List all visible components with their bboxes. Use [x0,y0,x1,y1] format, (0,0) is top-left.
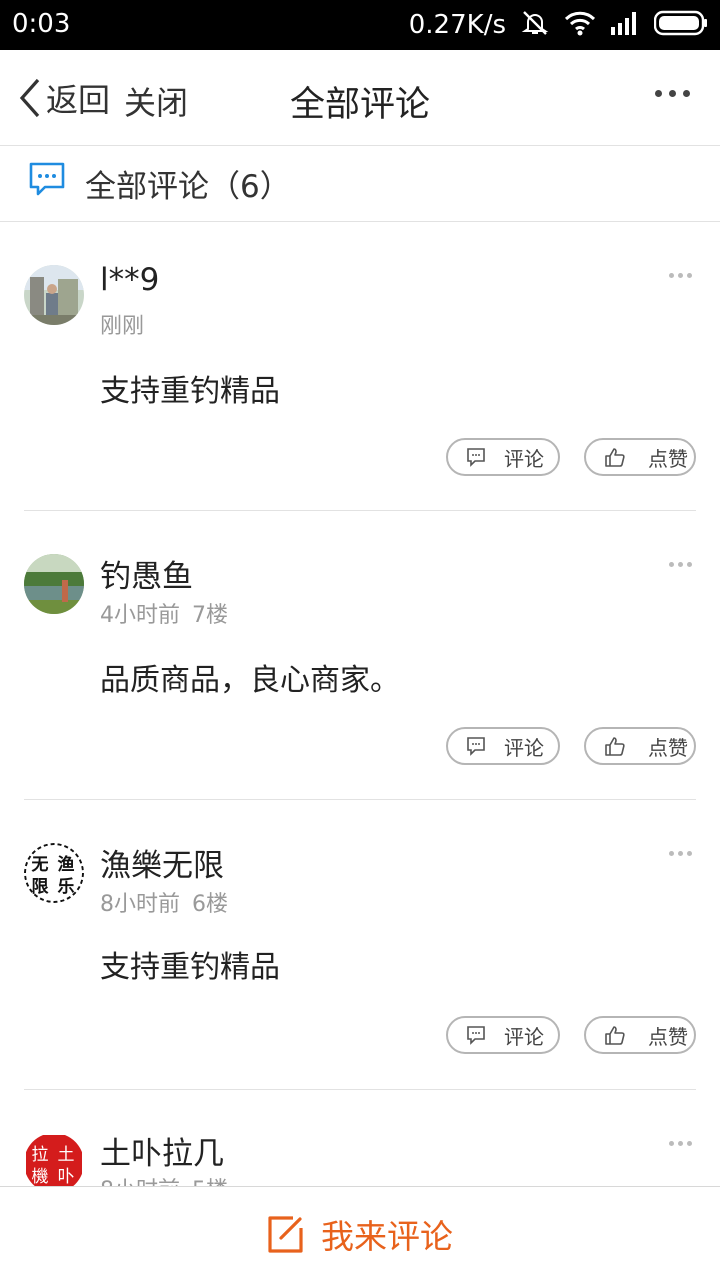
like-button[interactable]: 点赞 [584,727,696,765]
comment-time: 8小时前 [100,892,180,917]
comment-meta: 4小时前 7楼 [100,597,228,629]
comment-text: 品质商品，良心商家。 [100,663,400,698]
thumbs-up-icon [605,1026,625,1045]
reply-label: 评论 [504,1024,544,1049]
comment-item: 拉 土 機 卟 土卟拉几 8小时前 5楼 [0,1090,720,1186]
avatar[interactable]: 拉 土 機 卟 [24,1133,84,1186]
avatar[interactable]: 无 渔 限 乐 [24,843,84,903]
wifi-icon [564,9,596,41]
reply-button[interactable]: 评论 [446,727,560,765]
back-button[interactable]: 返回 [14,74,110,122]
comment-username[interactable]: 漁樂无限 [100,840,224,885]
battery-icon [653,10,708,40]
comment-username[interactable]: l**9 [100,262,159,298]
comment-more-icon[interactable] [669,273,692,278]
comment-meta: 8小时前 5楼 [100,1172,228,1186]
reply-label: 评论 [504,735,544,760]
mute-icon [520,8,550,42]
reply-button[interactable]: 评论 [446,1016,560,1054]
reply-label: 评论 [504,446,544,471]
comment-item: 无 渔 限 乐 漁樂无限 8小时前 6楼 支持重钓精品 评论 点赞 [0,800,720,1089]
avatar-char: 拉 [32,1145,49,1165]
write-comment-label: 我来评论 [321,1216,453,1256]
comment-time: 刚刚 [100,314,145,339]
comment-item: l**9 刚刚 支持重钓精品 评论 点赞 [0,222,720,512]
avatar[interactable] [24,265,84,325]
avatar-char: 乐 [58,877,75,897]
comments-header: 全部评论（6） [0,147,720,222]
signal-icon [610,11,640,39]
edit-icon [268,1215,303,1253]
reply-button[interactable]: 评论 [446,438,560,476]
status-bar: 0:03 0.27K/s [0,0,720,50]
comment-item: 钓愚鱼 4小时前 7楼 品质商品，良心商家。 评论 点赞 [0,511,720,799]
comment-meta: 8小时前 6楼 [100,886,228,918]
back-label: 返回 [46,81,111,119]
reply-icon [467,737,485,756]
comment-bubble-icon [29,162,65,196]
status-time: 0:03 [12,9,71,39]
like-button[interactable]: 点赞 [584,438,696,476]
comment-more-icon[interactable] [669,562,692,567]
thumbs-up-icon [605,737,625,756]
like-label: 点赞 [648,735,688,760]
reply-icon [467,448,485,467]
comment-time: 8小时前 [100,1178,180,1186]
avatar-char: 卟 [58,1167,75,1186]
bottom-comment-bar[interactable]: 我来评论 [0,1186,720,1280]
comments-count-label: 全部评论（6） [85,169,291,205]
like-label: 点赞 [648,1024,688,1049]
comment-more-icon[interactable] [669,1141,692,1146]
more-dots-icon[interactable] [655,90,690,97]
avatar-char: 无 [31,855,49,875]
comment-username[interactable]: 土卟拉几 [100,1128,224,1173]
reply-icon [467,1026,485,1045]
comment-floor: 6楼 [192,892,228,917]
comment-text: 支持重钓精品 [100,950,280,985]
avatar-char: 機 [32,1167,49,1186]
like-label: 点赞 [648,446,688,471]
network-speed: 0.27K/s [408,10,506,40]
avatar[interactable] [24,554,84,614]
avatar-char: 限 [32,877,49,897]
chevron-left-icon [19,78,40,118]
comment-text: 支持重钓精品 [100,374,280,409]
avatar-char: 土 [58,1145,75,1165]
thumbs-up-icon [605,448,625,467]
comment-username[interactable]: 钓愚鱼 [100,551,193,596]
comment-time: 4小时前 [100,603,180,628]
comment-meta: 刚刚 [100,308,144,340]
comment-more-icon[interactable] [669,851,692,856]
comment-floor: 7楼 [192,603,228,628]
close-button[interactable]: 关闭 [124,78,188,124]
comment-floor: 5楼 [192,1178,228,1186]
avatar-char: 渔 [58,854,75,875]
title-bar: 返回 关闭 全部评论 [0,50,720,146]
like-button[interactable]: 点赞 [584,1016,696,1054]
